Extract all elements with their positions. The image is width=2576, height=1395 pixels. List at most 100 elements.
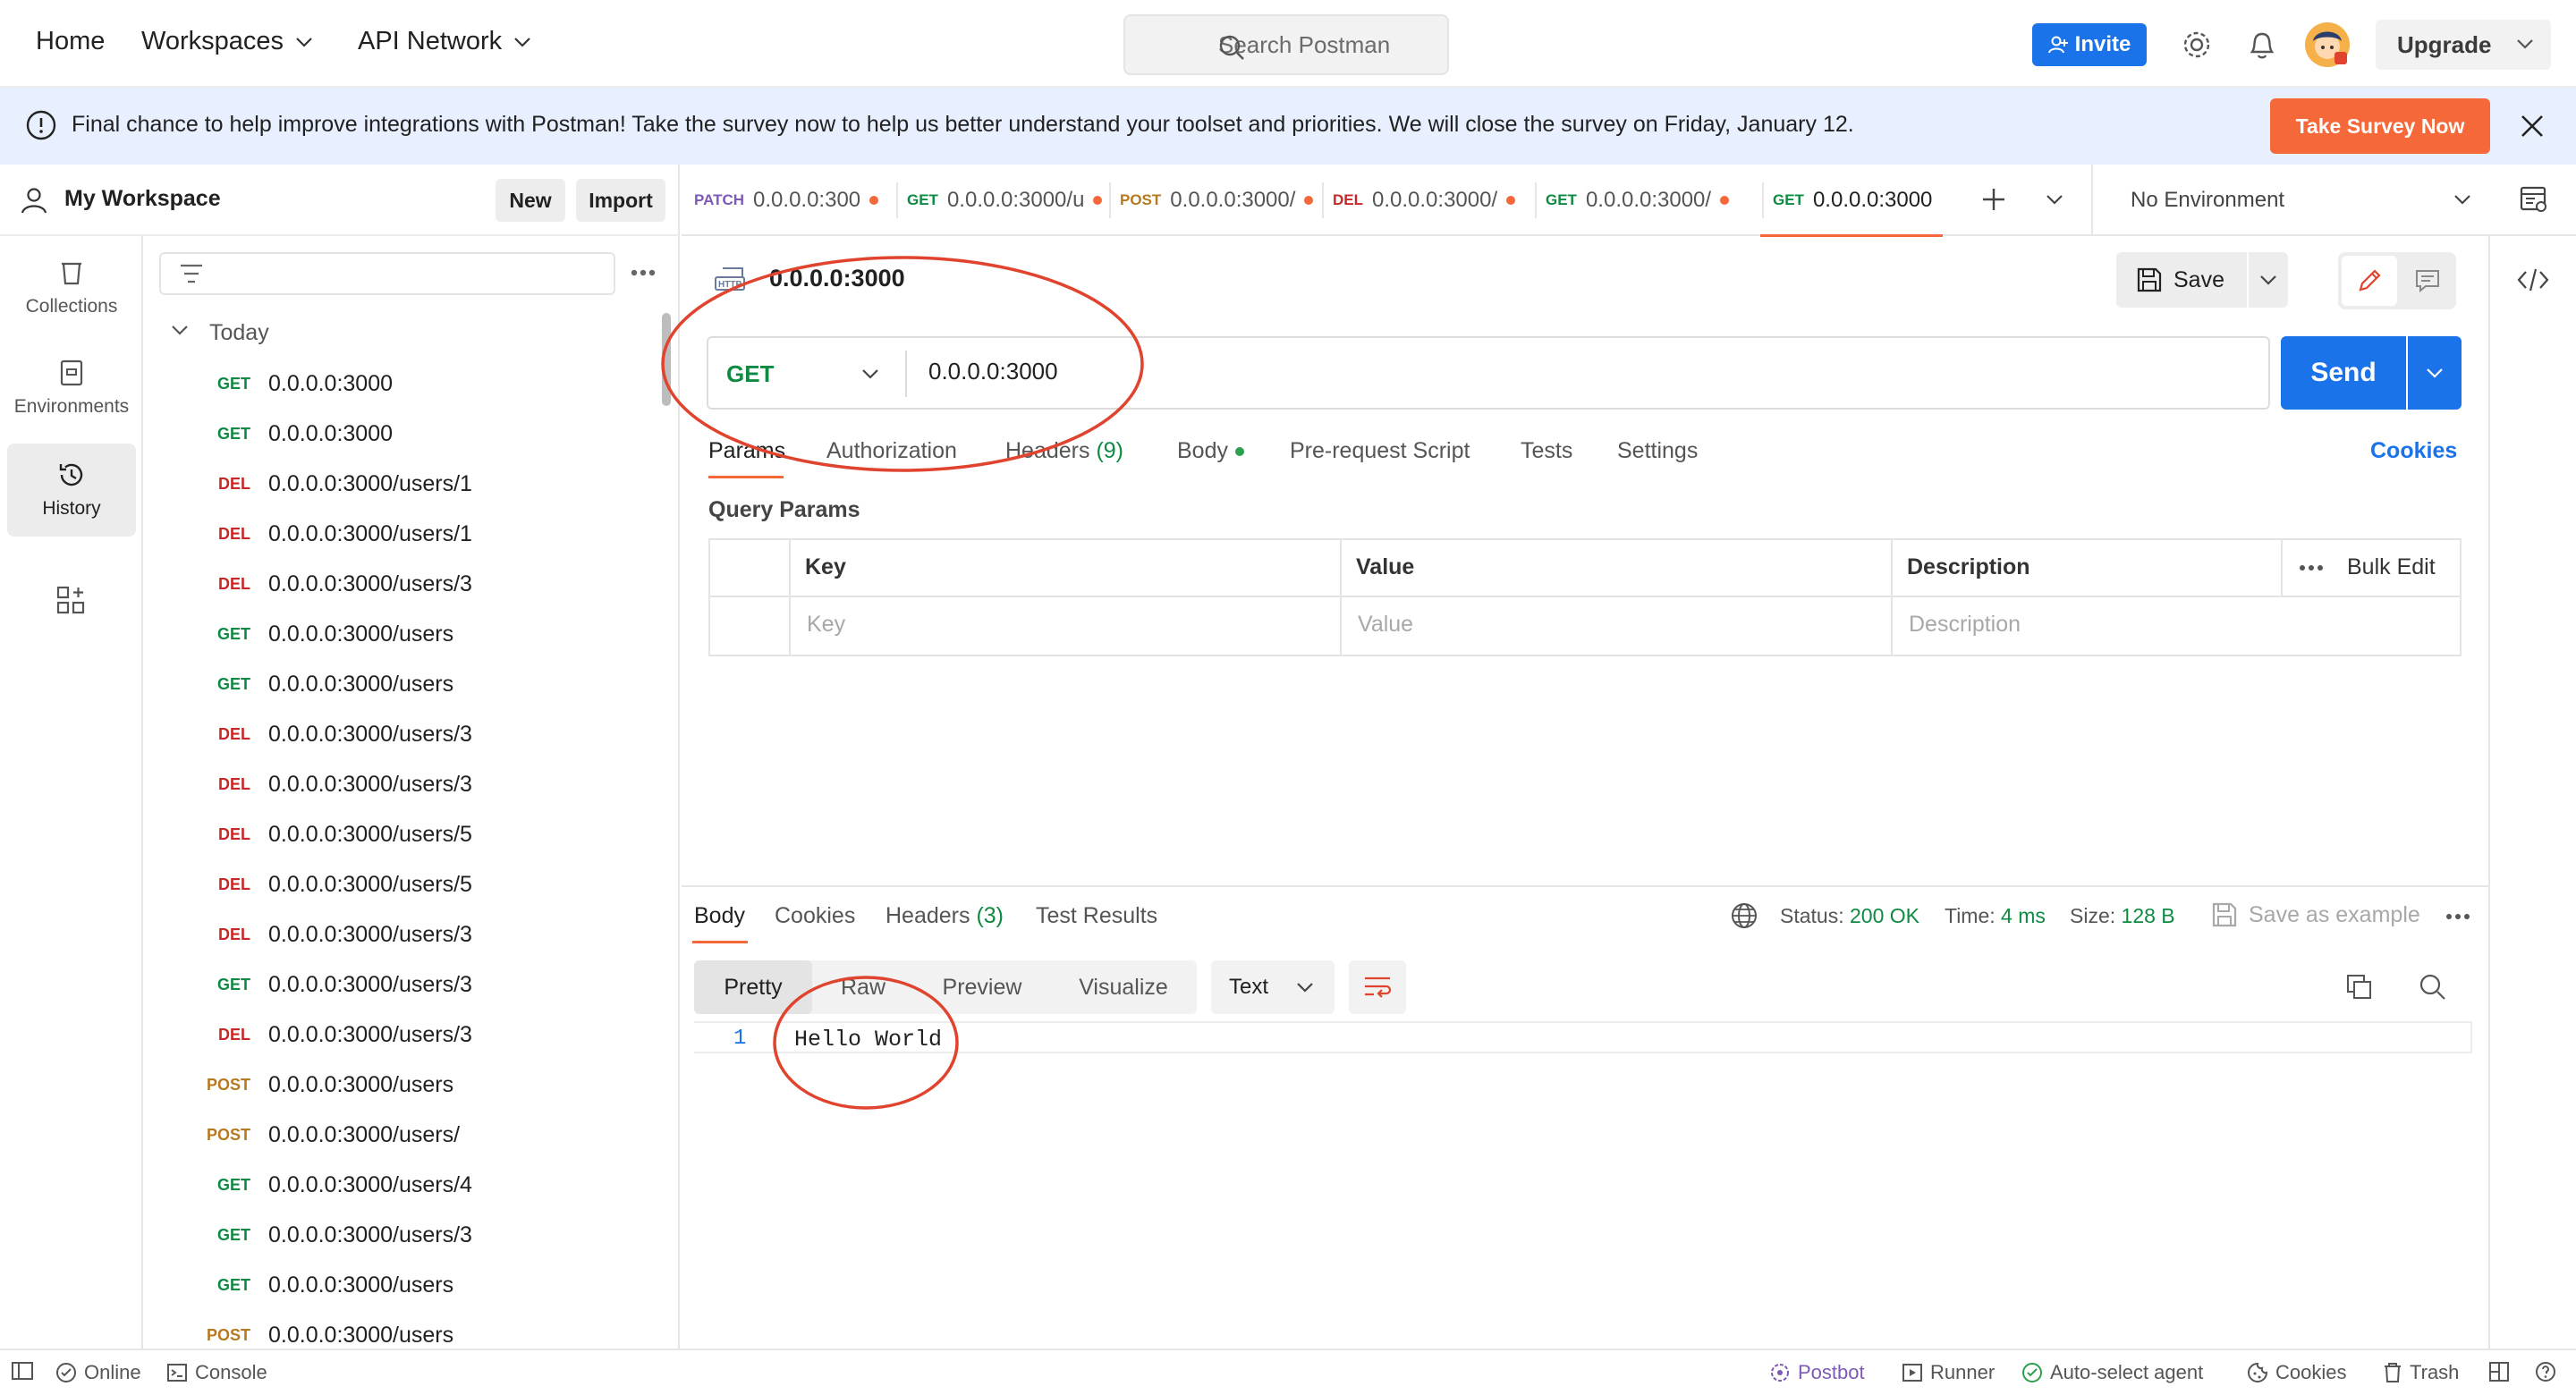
history-item[interactable]: GET 0.0.0.0:3000/users	[193, 1260, 640, 1310]
gear-icon[interactable]	[2181, 29, 2213, 61]
request-title[interactable]: 0.0.0.0:3000	[769, 265, 905, 292]
history-item[interactable]: DEL 0.0.0.0:3000/users/3	[193, 559, 640, 609]
param-key-input[interactable]: Key	[807, 612, 845, 638]
cookies-link[interactable]: Cookies	[2370, 438, 2457, 464]
request-tab[interactable]: GET 0.0.0.0:3000/	[1546, 165, 1741, 236]
postbot-button[interactable]: Postbot	[1769, 1361, 1865, 1384]
nav-api-network[interactable]: API Network	[358, 27, 532, 56]
history-item[interactable]: POST 0.0.0.0:3000/users/	[193, 1110, 640, 1160]
response-status[interactable]: Status: 200 OK	[1780, 904, 1919, 928]
bulk-edit-button[interactable]: Bulk Edit	[2347, 554, 2436, 580]
response-divider[interactable]	[682, 885, 2488, 887]
history-item[interactable]: GET 0.0.0.0:3000/users/3	[193, 960, 640, 1010]
tab-response-headers[interactable]: Headers (3)	[886, 903, 1004, 929]
workspace-name[interactable]: My Workspace	[64, 186, 221, 212]
tab-body[interactable]: Body	[1177, 438, 1244, 464]
import-button[interactable]: Import	[576, 179, 665, 222]
request-tab[interactable]: GET 0.0.0.0:3000/u	[907, 165, 1104, 236]
apps-grid-icon[interactable]	[55, 585, 86, 615]
save-as-example-button[interactable]: Save as example	[2211, 901, 2420, 928]
copy-icon[interactable]	[2345, 973, 2374, 1002]
view-raw[interactable]: Raw	[814, 960, 912, 1014]
cookies-button[interactable]: Cookies	[2247, 1361, 2346, 1384]
history-item[interactable]: DEL 0.0.0.0:3000/users/1	[193, 459, 640, 509]
more-options-icon[interactable]	[2445, 912, 2470, 921]
view-preview[interactable]: Preview	[921, 960, 1043, 1014]
search-input[interactable]: Search Postman	[1123, 14, 1449, 75]
runner-button[interactable]: Runner	[1902, 1361, 1995, 1384]
tab-authorization[interactable]: Authorization	[826, 438, 957, 464]
history-item[interactable]: GET 0.0.0.0:3000/users	[193, 659, 640, 709]
chevron-down-icon[interactable]	[2045, 193, 2064, 206]
auto-select-agent-button[interactable]: Auto-select agent	[2021, 1361, 2203, 1384]
view-pretty[interactable]: Pretty	[694, 960, 812, 1014]
sidebar-item-history[interactable]: History	[7, 444, 136, 537]
history-item[interactable]: GET 0.0.0.0:3000/users/4	[193, 1160, 640, 1210]
method-selector[interactable]: GET	[726, 351, 887, 397]
toggle-sidebar-icon[interactable]	[11, 1361, 34, 1381]
history-item[interactable]: DEL 0.0.0.0:3000/users/3	[193, 909, 640, 960]
edit-mode-button[interactable]	[2342, 256, 2397, 306]
globe-icon[interactable]	[1730, 901, 1758, 930]
request-tab[interactable]: PATCH 0.0.0.0:300	[694, 165, 887, 236]
trash-button[interactable]: Trash	[2383, 1361, 2459, 1384]
send-button[interactable]: Send	[2281, 336, 2406, 410]
tab-response-cookies[interactable]: Cookies	[775, 903, 855, 929]
new-button[interactable]: New	[496, 179, 565, 222]
tab-test-results[interactable]: Test Results	[1036, 903, 1157, 929]
history-item[interactable]: DEL 0.0.0.0:3000/users/1	[193, 509, 640, 559]
history-item[interactable]: DEL 0.0.0.0:3000/users/5	[193, 809, 640, 859]
online-status[interactable]: Online	[55, 1361, 141, 1384]
history-item[interactable]: GET 0.0.0.0:3000	[193, 359, 640, 409]
layout-icon[interactable]	[2488, 1361, 2510, 1382]
scrollbar-thumb[interactable]	[662, 313, 671, 406]
response-time[interactable]: Time: 4 ms	[1945, 904, 2046, 928]
nav-home[interactable]: Home	[36, 27, 105, 56]
history-item[interactable]: DEL 0.0.0.0:3000/users/3	[193, 709, 640, 759]
view-visualize[interactable]: Visualize	[1055, 960, 1191, 1014]
more-options-icon[interactable]	[630, 268, 657, 277]
nav-workspaces[interactable]: Workspaces	[141, 27, 314, 56]
history-item[interactable]: GET 0.0.0.0:3000	[193, 409, 640, 459]
history-item[interactable]: POST 0.0.0.0:3000/users	[193, 1060, 640, 1110]
code-icon[interactable]	[2517, 266, 2549, 293]
response-size[interactable]: Size: 128 B	[2070, 904, 2175, 928]
history-item[interactable]: GET 0.0.0.0:3000/users	[193, 609, 640, 659]
environment-selector[interactable]: No Environment	[2091, 165, 2512, 236]
tab-tests[interactable]: Tests	[1521, 438, 1572, 464]
upgrade-button[interactable]: Upgrade	[2376, 20, 2551, 70]
response-body-text[interactable]: Hello World	[794, 1027, 942, 1053]
history-item[interactable]: DEL 0.0.0.0:3000/users/3	[193, 1010, 640, 1060]
request-tab[interactable]: GET 0.0.0.0:3000	[1773, 165, 1943, 236]
tab-pre-request-script[interactable]: Pre-request Script	[1290, 438, 1470, 464]
param-value-input[interactable]: Value	[1358, 612, 1413, 638]
sidebar-item-environments[interactable]: Environments	[7, 342, 136, 435]
console-button[interactable]: Console	[166, 1361, 267, 1384]
history-filter-input[interactable]	[159, 252, 615, 295]
plus-icon[interactable]	[1980, 186, 2007, 213]
param-description-input[interactable]: Description	[1909, 612, 2021, 638]
save-options-button[interactable]	[2249, 252, 2288, 308]
search-icon[interactable]	[2419, 973, 2447, 1002]
take-survey-button[interactable]: Take Survey Now	[2270, 98, 2490, 154]
avatar[interactable]	[2304, 21, 2351, 68]
history-item[interactable]: DEL 0.0.0.0:3000/users/3	[193, 759, 640, 809]
tab-response-body[interactable]: Body	[694, 903, 745, 929]
comments-mode-button[interactable]	[2401, 256, 2454, 306]
request-tab[interactable]: DEL 0.0.0.0:3000/	[1333, 165, 1528, 236]
help-icon[interactable]	[2535, 1361, 2556, 1382]
request-tab[interactable]: POST 0.0.0.0:3000/	[1120, 165, 1315, 236]
url-input[interactable]: 0.0.0.0:3000	[928, 358, 1058, 385]
close-icon[interactable]	[2519, 113, 2546, 140]
bell-icon[interactable]	[2247, 29, 2277, 61]
more-options-icon[interactable]	[2299, 563, 2324, 572]
chevron-down-icon[interactable]	[170, 324, 190, 336]
tab-headers[interactable]: Headers (9)	[1005, 438, 1123, 464]
format-selector[interactable]: Text	[1211, 960, 1335, 1014]
wrap-lines-button[interactable]	[1349, 960, 1406, 1014]
history-item[interactable]: GET 0.0.0.0:3000/users/3	[193, 1210, 640, 1260]
history-item[interactable]: DEL 0.0.0.0:3000/users/5	[193, 859, 640, 909]
environment-quick-look-icon[interactable]	[2519, 184, 2549, 215]
sidebar-item-collections[interactable]: Collections	[7, 241, 136, 334]
invite-button[interactable]: Invite	[2032, 23, 2147, 66]
